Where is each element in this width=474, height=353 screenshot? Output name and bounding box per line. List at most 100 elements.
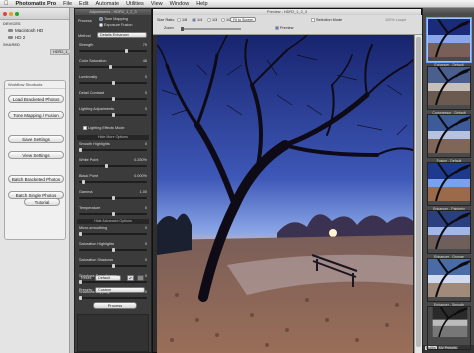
slider-thumb[interactable] [79,232,82,236]
slider-track[interactable] [79,49,147,53]
preset-item[interactable]: Compressor - Default [427,66,471,115]
zoom-slider[interactable] [181,27,241,31]
slider-label: Saturation Shadows [79,258,113,262]
slider-thumb[interactable] [82,180,86,184]
slider-label: Saturation Highlights [79,242,115,246]
ratio-1-4[interactable]: 1/4 [192,18,202,22]
preset-thumbnail [427,258,471,302]
process-button[interactable]: Process [93,302,137,309]
slider-label: Temperature [79,206,101,210]
slider-value: 0 [144,142,147,146]
slider-label: Micro-smoothing [79,226,108,230]
preview-scrollbar[interactable] [414,35,422,353]
menu-view[interactable]: View [151,1,163,7]
preset-item[interactable]: Enhancer - Grunge [427,210,471,259]
ratio-1-8[interactable]: 1/8 [177,18,187,22]
slider-track[interactable] [79,196,147,200]
slider-label: Gamma [79,190,93,194]
slider-label: Black Point [79,174,98,178]
slider-value: 0 [144,107,147,111]
load-bracketed-button[interactable]: Load Bracketed Photos [8,95,64,103]
slider-track[interactable] [79,212,147,216]
lighting-effects-checkbox[interactable]: Lighting Effects Mode [83,126,124,130]
slider-value: 1.00 [139,190,147,194]
loupe-label: 100% Loupe [385,18,407,22]
advanced-options-header[interactable]: Hide Advanced Options [77,219,149,224]
slider-label: Shadows Clipping [79,290,110,294]
preset-thumbnail [427,210,471,254]
slider-track[interactable] [79,113,147,117]
menu-file[interactable]: File [63,1,72,7]
slider-value: 0 [144,258,147,262]
slider-thumb[interactable] [108,65,112,69]
slider-track[interactable] [79,148,147,152]
slider-track[interactable] [79,232,147,236]
slider-thumb[interactable] [124,49,128,53]
adjustments-panel: Adjustments - HDR2_1_2_3 Process Tone Ma… [74,8,152,353]
menu-automate[interactable]: Automate [96,1,120,7]
radio-tone-mapping[interactable]: Tone Mapping [99,17,128,21]
preset-item[interactable]: Enhancer - Painterly [427,162,471,211]
slider-track[interactable] [79,81,147,85]
slider-thumb[interactable] [105,164,108,168]
slider-thumb[interactable] [111,97,115,101]
slider-thumb[interactable] [111,196,115,200]
more-options-header[interactable]: Hide More Options [77,135,149,140]
sidebar-item-hd2[interactable]: HD 2 [0,34,69,41]
ratio-1-3[interactable]: 1/3 [207,18,217,22]
menu-utilities[interactable]: Utilities [126,1,144,7]
zoom-slider-thumb[interactable] [181,27,184,31]
radio-label: 1/3 [212,18,218,22]
slider-thumb[interactable] [79,280,82,284]
preset-item[interactable]: Fusion - Default [427,114,471,163]
preset-item[interactable]: Enhancer - Smooth [427,258,471,307]
slider-thumb[interactable] [111,212,115,216]
scrollbar-thumb[interactable] [416,37,421,347]
slider-thumb[interactable] [79,296,82,300]
tutorial-button[interactable]: Tutorial [24,198,60,206]
slider-track[interactable] [79,264,147,268]
radio-exposure-fusion[interactable]: Exposure Fusion [99,23,133,27]
slider-value: 0 [144,242,147,246]
batch-bracketed-button[interactable]: Batch Bracketed Photos [8,175,64,183]
fit-to-screen-button[interactable]: Fit to Screen [230,17,257,22]
save-settings-button[interactable]: Save Settings [8,135,64,143]
zoom-icon[interactable] [15,11,19,16]
slider-track[interactable] [79,65,147,69]
slider-value: 0 [144,290,147,294]
menu-window[interactable]: Window [170,1,190,7]
slider-thumb[interactable] [111,113,115,117]
selection-mode-checkbox[interactable]: Selection Mode [311,18,342,22]
presets-panel: Builtin My Presets Enhancer - Default Com… [422,8,474,353]
slider-thumb[interactable] [111,264,115,268]
method-select[interactable]: Details Enhancer [97,32,147,38]
preview-title-text: Preview - HDR2_1_2_3 [267,10,307,14]
method-label: Method [78,34,91,38]
preset-item[interactable] [427,306,471,350]
close-icon[interactable] [3,11,7,16]
slider-track[interactable] [79,97,147,101]
preview-checkbox[interactable]: Preview [275,26,294,30]
size-ratio-label: Size Ratio [157,18,175,22]
view-settings-button[interactable]: View Settings [8,151,64,159]
shared-heading: SHARED [3,42,20,47]
menu-edit[interactable]: Edit [79,1,88,7]
preset-item[interactable]: Enhancer - Default [427,18,471,67]
tone-mapping-button[interactable]: Tone Mapping / Fusion [8,111,64,119]
sidebar-item-macintosh-hd[interactable]: Macintosh HD [0,27,69,34]
slider-thumb[interactable] [111,81,115,85]
apple-icon[interactable]:  [4,1,9,7]
slider-track[interactable] [79,164,147,168]
slider-track[interactable] [79,248,147,252]
menu-help[interactable]: Help [196,1,207,7]
slider-track[interactable] [79,280,147,284]
slider-value: 0 [144,206,147,210]
slider-track[interactable] [79,180,147,184]
slider-track[interactable] [79,296,147,300]
slider-thumb[interactable] [111,248,115,252]
menu-app-name[interactable]: Photomatix Pro [16,1,57,7]
minimize-icon[interactable] [9,11,13,16]
slider-thumb[interactable] [79,148,82,152]
preview-window: Preview - HDR2_1_2_3 Size Ratio 1/8 1/4 … [152,8,423,353]
preview-image[interactable] [157,35,413,353]
